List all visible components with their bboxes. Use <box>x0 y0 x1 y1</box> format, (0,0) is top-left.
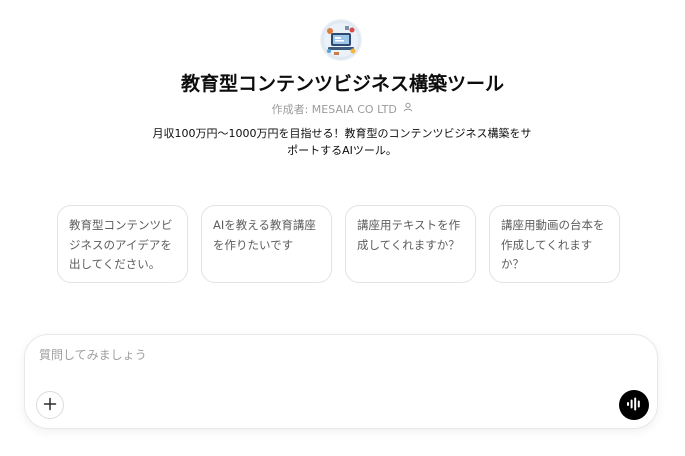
gpt-author-line[interactable]: 作成者: MESAIA CO LTD <box>0 102 685 118</box>
conversation-starters: 教育型コンテンツビジネスのアイデアを出してください。 AIを教える教育講座を作り… <box>57 205 620 283</box>
gpt-author[interactable]: 作成者: MESAIA CO LTD <box>272 103 397 116</box>
starter-card[interactable]: 講座用動画の台本を作成してくれますか？ <box>489 205 620 283</box>
message-composer <box>24 334 658 429</box>
gpt-title: 教育型コンテンツビジネス構築ツール <box>180 73 504 95</box>
voice-mode-button[interactable] <box>619 390 649 420</box>
starter-card[interactable]: 講座用テキストを作成してくれますか？ <box>345 205 476 283</box>
gpt-avatar-icon <box>321 20 361 60</box>
add-attachment-button[interactable] <box>36 391 64 419</box>
starter-card[interactable]: 教育型コンテンツビジネスのアイデアを出してください。 <box>57 205 188 283</box>
plus-icon <box>43 396 57 415</box>
person-icon <box>403 101 413 117</box>
gpt-description: 月収100万円〜1000万円を目指せる！教育型のコンテンツビジネス構築をサポート… <box>152 127 532 157</box>
voice-waveform-icon <box>626 396 642 415</box>
starter-card[interactable]: AIを教える教育講座を作りたいです <box>201 205 332 283</box>
gpt-chat-page: 教育型コンテンツビジネス構築ツール 作成者: MESAIA CO LTD 月収1… <box>0 0 685 456</box>
message-input[interactable] <box>39 345 579 365</box>
